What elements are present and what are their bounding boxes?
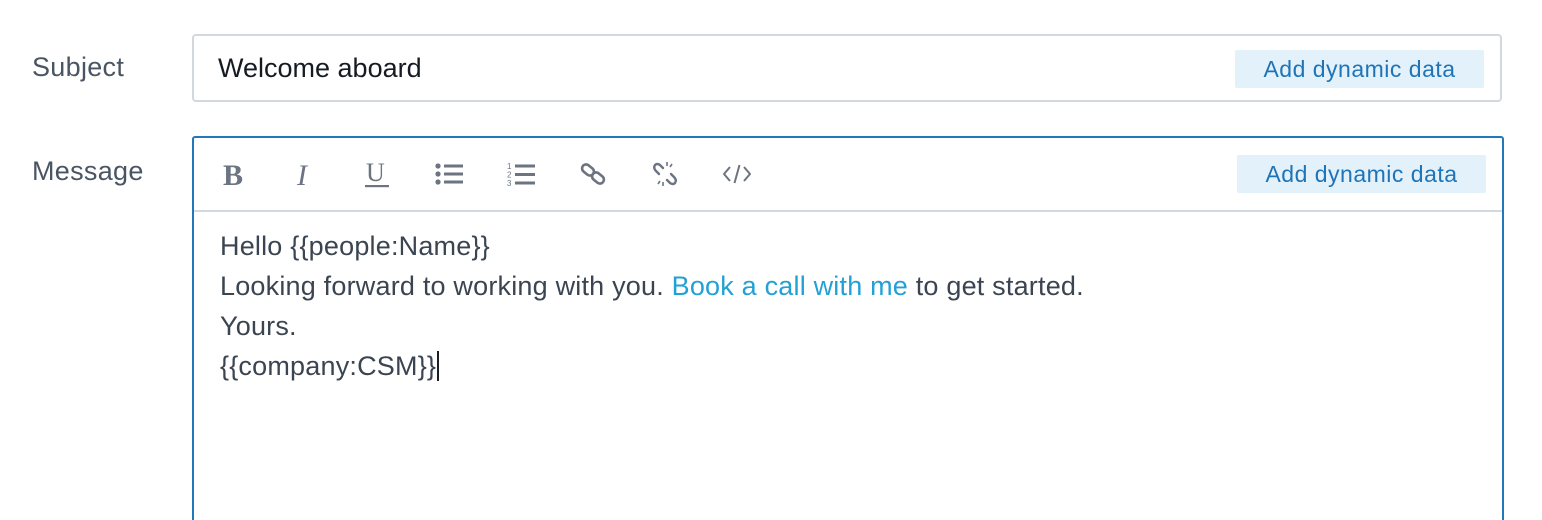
editor-toolbar: B I U 1 2 3 Add dynamic data — [194, 138, 1502, 212]
message-body[interactable]: Hello {{people:Name}} Looking forward to… — [220, 226, 1480, 386]
link-icon — [580, 163, 606, 185]
link-button[interactable] — [573, 154, 613, 194]
numbered-list-icon: 1 2 3 — [507, 162, 535, 187]
book-call-link[interactable]: Book a call with me — [672, 271, 908, 301]
message-add-dynamic-data-button[interactable]: Add dynamic data — [1237, 155, 1486, 193]
subject-add-dynamic-data-button[interactable]: Add dynamic data — [1235, 50, 1484, 88]
svg-text:3: 3 — [507, 179, 512, 187]
signature-text: {{company:CSM}} — [220, 351, 437, 381]
message-line-intro: Looking forward to working with you. Boo… — [220, 266, 1480, 306]
subject-label: Subject — [32, 52, 125, 82]
bulleted-list-button[interactable] — [429, 154, 469, 194]
italic-icon: I — [296, 160, 309, 188]
underline-icon: U — [365, 159, 389, 188]
underline-button[interactable]: U — [357, 154, 397, 194]
message-line-greeting: Hello {{people:Name}} — [220, 231, 490, 261]
code-button[interactable] — [717, 154, 757, 194]
message-line-signoff: Yours. — [220, 311, 297, 341]
subject-field[interactable]: Add dynamic data — [192, 34, 1502, 102]
unlink-button[interactable] — [645, 154, 685, 194]
text-cursor — [437, 351, 440, 381]
code-icon — [723, 164, 751, 184]
italic-button[interactable]: I — [285, 154, 325, 194]
message-editor[interactable]: B I U 1 2 3 Add dynamic data Hello {{peo… — [192, 136, 1504, 520]
intro-text: Looking forward to working with you. — [220, 271, 672, 301]
message-line-signature: {{company:CSM}} — [220, 346, 1480, 386]
subject-input[interactable] — [218, 36, 1218, 100]
unlink-icon — [653, 162, 677, 186]
bold-icon: B — [223, 160, 243, 188]
numbered-list-button[interactable]: 1 2 3 — [501, 154, 541, 194]
bold-button[interactable]: B — [214, 154, 254, 194]
bulleted-list-icon — [435, 163, 463, 185]
svg-text:B: B — [223, 160, 243, 188]
intro-text-end: to get started. — [908, 271, 1084, 301]
svg-text:I: I — [296, 160, 309, 188]
message-label: Message — [32, 156, 144, 186]
email-template-editor: Subject Add dynamic data Message B I U — [0, 0, 1542, 520]
svg-text:U: U — [366, 159, 385, 187]
